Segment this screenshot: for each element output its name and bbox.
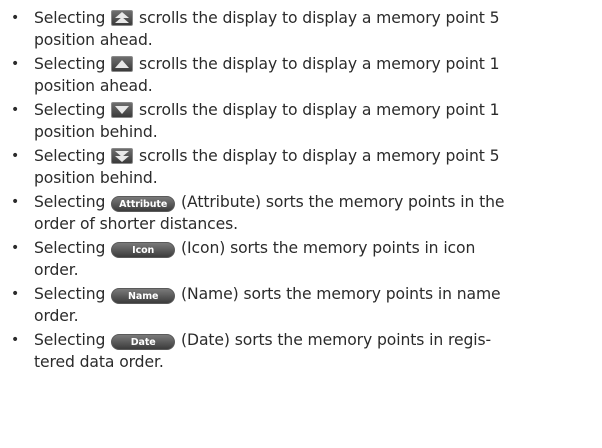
date-button-image: Date <box>111 334 176 350</box>
attribute-button-image: Attribute <box>111 196 176 212</box>
item-pre: Selecting <box>34 147 106 165</box>
item-pre: Selecting <box>34 331 106 349</box>
item-cont: position ahead. <box>34 77 153 95</box>
list-item: • Selecting Name (Name) sorts the memory… <box>8 283 602 327</box>
item-cont: position behind. <box>34 123 158 141</box>
item-post: (Date) sorts the memory points in regis- <box>181 331 492 349</box>
item-pre: Selecting <box>34 285 106 303</box>
item-post: scrolls the display to display a memory … <box>139 9 500 27</box>
scroll-down-5-icon <box>111 148 134 164</box>
bullet-dot: • <box>11 102 20 118</box>
item-cont: position behind. <box>34 169 158 187</box>
item-cont: order. <box>34 261 79 279</box>
item-pre: Selecting <box>34 9 106 27</box>
item-pre: Selecting <box>34 55 106 73</box>
bullet-dot: • <box>11 286 20 302</box>
item-pre: Selecting <box>34 101 106 119</box>
item-cont: order of shorter distances. <box>34 215 239 233</box>
list-item: • Selecting Icon (Icon) sorts the memory… <box>8 237 602 281</box>
instruction-list: • Selecting scrolls the display to displ… <box>8 7 602 373</box>
item-post: (Name) sorts the memory points in name <box>181 285 501 303</box>
list-item: • Selecting scrolls the display to displ… <box>8 7 602 51</box>
item-post: scrolls the display to display a memory … <box>139 147 500 165</box>
scroll-up-1-icon <box>111 56 134 72</box>
scroll-up-5-icon <box>111 10 134 26</box>
scroll-down-1-icon <box>111 102 134 118</box>
bullet-dot: • <box>11 332 20 348</box>
item-post: (Attribute) sorts the memory points in t… <box>181 193 505 211</box>
item-post: (Icon) sorts the memory points in icon <box>181 239 476 257</box>
item-pre: Selecting <box>34 239 106 257</box>
bullet-dot: • <box>11 56 20 72</box>
item-cont: order. <box>34 307 79 325</box>
bullet-dot: • <box>11 148 20 164</box>
list-item: • Selecting scrolls the display to displ… <box>8 53 602 97</box>
list-item: • Selecting scrolls the display to displ… <box>8 99 602 143</box>
bullet-dot: • <box>11 240 20 256</box>
bullet-dot: • <box>11 194 20 210</box>
list-item: • Selecting scrolls the display to displ… <box>8 145 602 189</box>
bullet-dot: • <box>11 10 20 26</box>
item-cont: tered data order. <box>34 353 164 371</box>
list-item: • Selecting Attribute (Attribute) sorts … <box>8 191 602 235</box>
list-item: • Selecting Date (Date) sorts the memory… <box>8 329 602 373</box>
manual-page: • Selecting scrolls the display to displ… <box>0 0 602 448</box>
name-button-image: Name <box>111 288 176 304</box>
item-cont: position ahead. <box>34 31 153 49</box>
item-post: scrolls the display to display a memory … <box>139 101 500 119</box>
item-post: scrolls the display to display a memory … <box>139 55 500 73</box>
item-pre: Selecting <box>34 193 106 211</box>
icon-button-image: Icon <box>111 242 176 258</box>
